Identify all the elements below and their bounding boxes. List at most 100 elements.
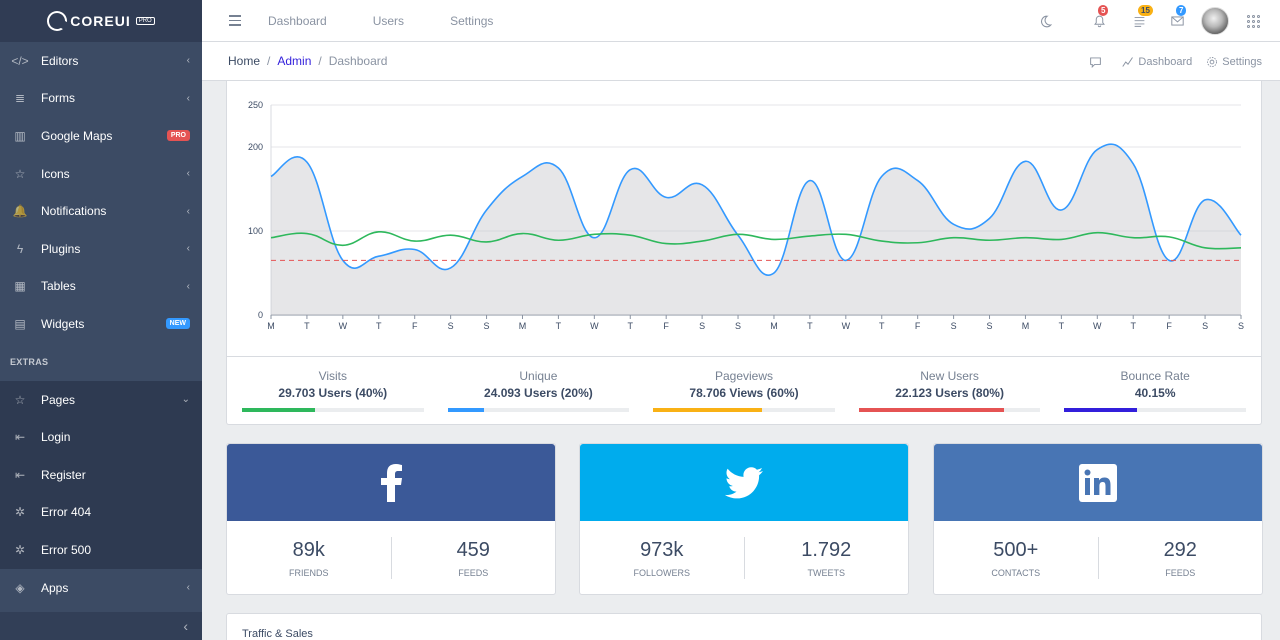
sidebar-title-extras: EXTRAS [10,356,49,367]
chart-y-tick-label: 200 [248,142,263,152]
speech-icon[interactable] [1089,56,1102,68]
sidebar-item-label: Google Maps [41,128,113,143]
social-card-header [227,444,555,521]
notifications-badge: 5 [1098,5,1109,16]
apps-grid-icon[interactable] [1247,14,1260,28]
graph-icon [1122,56,1134,67]
header-nav-settings[interactable]: Settings [450,14,493,28]
social-card-body: 973k followers 1.792 tweets [580,521,908,595]
chart-x-tick-label: S [1202,321,1208,331]
traffic-card: Traffic & Sales [226,613,1262,640]
facebook-icon [381,463,402,502]
sidebar-item-widgets[interactable]: ▤ Widgets NEW [0,305,202,343]
sidebar-item-apps[interactable]: ◈ Apps ‹ [0,568,202,607]
chart-x-tick-label: T [556,321,562,331]
social-stat-value: 89k [292,538,325,561]
metric-unique: Unique 24.093 Users (20%) [447,357,630,424]
sidebar-item-label: Apps [41,580,69,595]
sidebar-item-editors[interactable]: </> Editors ‹ [0,42,202,80]
chart-x-tick-label: T [628,321,634,331]
chart-x-tick-label: S [1238,321,1244,331]
sidebar-item-pages[interactable]: ☆ Pages ⌄ [0,380,202,419]
user-avatar[interactable] [1201,7,1229,35]
header: Dashboard Users Settings 5 15 7 [202,0,1280,42]
social-card-body: 89k friends 459 feeds [227,521,555,595]
sidebar-item-label: Pages [41,392,76,407]
metric-value: 29.703 Users (40%) [278,386,388,400]
moon-icon[interactable] [1037,13,1053,29]
chart-x-tick-label: M [519,321,527,331]
calculator-icon: ▤ [14,316,26,331]
metric-visits: Visits 29.703 Users (40%) [242,357,424,424]
table-icon: ▦ [14,279,26,294]
sidebar-item-label: Error 500 [41,542,92,557]
sidebar-item-error-404[interactable]: ✲ Error 404 [0,493,202,532]
header-nav-users[interactable]: Users [373,14,404,28]
sidebar-item-google-maps[interactable]: ▥ Google Maps PRO [0,117,202,155]
sidebar-item-plugins[interactable]: ϟ Plugins ‹ [0,230,202,268]
social-stat-label: feeds [458,567,489,578]
sidebar-item-tables[interactable]: ▦ Tables ‹ [0,268,202,306]
chart-x-tick-label: T [879,321,885,331]
metric-progress-fill [858,408,1005,412]
metric-progress [242,408,424,412]
chevron-left-icon: ‹ [186,92,190,104]
chart-x-tick-label: F [663,321,669,331]
sidebar-item-login[interactable]: ⇤ Login [0,418,202,456]
subheader: Home / Admin / Dashboard Dashboard Setti… [202,42,1280,81]
sidebar-item-forms[interactable]: ≣ Forms ‹ [0,80,202,118]
chart-x-tick-label: M [267,321,275,331]
sidebar-item-label: Notifications [41,204,107,219]
metric-value: 40.15% [1134,386,1176,400]
chart-series-area [271,144,1241,315]
dashboard-action[interactable]: Dashboard [1122,56,1192,68]
breadcrumb-home[interactable]: Home [228,54,260,68]
menu-toggle-icon[interactable] [229,15,241,26]
social-card-linkedin: 500+ contacts 292 feeds [933,443,1263,595]
task-list-icon[interactable]: 15 [1131,5,1153,29]
linkedin-icon [1079,463,1117,502]
chart-x-tick-label: F [915,321,921,331]
chart-x-tick-label: S [699,321,705,331]
metric-label: Pageviews [714,369,773,383]
header-nav-dashboard[interactable]: Dashboard [268,14,327,28]
sidebar-item-label: Widgets [41,316,85,331]
sidebar-item-error-500[interactable]: ✲ Error 500 [0,531,202,569]
header-nav: Dashboard Users Settings [268,14,493,28]
settings-action-label: Settings [1222,55,1262,68]
social-card-body: 500+ contacts 292 feeds [934,521,1262,595]
settings-action[interactable]: Settings [1206,56,1262,68]
metric-label: Unique [519,369,558,383]
social-stat-value: 973k [640,538,684,561]
social-stat-value: 500+ [993,538,1039,561]
chart-x-tick-label: S [448,321,454,331]
metric-progress [1064,408,1246,412]
sidebar-minimizer[interactable]: ‹ [0,612,202,640]
logo-pro-tag: PRO [135,17,155,25]
metric-progress-fill [653,408,763,412]
layers-icon: ◈ [15,580,25,595]
sidebar-item-notifications[interactable]: 🔔 Notifications ‹ [0,192,202,230]
social-stat-label: feeds [1165,567,1196,578]
metric-bounce-rate: Bounce Rate 40.15% [1064,357,1246,424]
account-login-icon: ⇤ [14,430,26,445]
metric-progress-fill [447,408,484,412]
chart-x-tick-label: F [412,321,418,331]
bell-icon[interactable]: 5 [1091,5,1109,29]
chart-x-tick-label: F [1166,321,1172,331]
envelope-icon[interactable]: 7 [1169,5,1187,29]
chevron-down-icon: ⌄ [181,394,190,406]
twitter-icon [725,466,763,498]
sidebar-item-register[interactable]: ⇤ Register [0,455,202,494]
breadcrumb-separator: / [267,54,271,68]
metric-new-users: New Users 22.123 Users (80%) [858,357,1041,424]
chart-y-tick-label: 0 [258,310,263,320]
sidebar-brand[interactable]: COREUI PRO [0,0,202,42]
bug-icon: ✲ [14,505,26,520]
chart-y-tick-label: 100 [248,226,263,236]
breadcrumb-admin[interactable]: Admin [277,54,311,68]
chart-x-tick-label: S [951,321,957,331]
sidebar-item-label: Plugins [41,241,81,256]
sidebar-item-icons[interactable]: ☆ Icons ‹ [0,155,202,193]
gear-icon [1207,56,1218,67]
